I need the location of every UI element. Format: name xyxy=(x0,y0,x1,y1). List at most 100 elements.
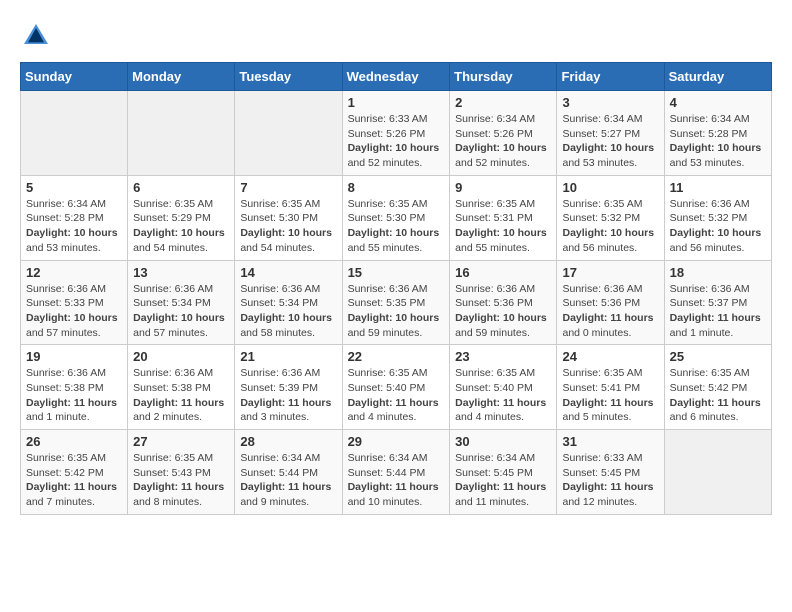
calendar-week-4: 19Sunrise: 6:36 AMSunset: 5:38 PMDayligh… xyxy=(21,345,772,430)
sun-info: Daylight: 10 hours xyxy=(455,311,551,326)
daylight-info: and 57 minutes. xyxy=(133,326,229,341)
sun-info: Daylight: 11 hours xyxy=(562,396,658,411)
calendar-cell: 12Sunrise: 6:36 AMSunset: 5:33 PMDayligh… xyxy=(21,260,128,345)
calendar-cell: 6Sunrise: 6:35 AMSunset: 5:29 PMDaylight… xyxy=(128,175,235,260)
header-thursday: Thursday xyxy=(450,63,557,91)
header-sunday: Sunday xyxy=(21,63,128,91)
sun-info: Daylight: 10 hours xyxy=(562,226,658,241)
calendar-cell: 16Sunrise: 6:36 AMSunset: 5:36 PMDayligh… xyxy=(450,260,557,345)
sun-info: Sunset: 5:32 PM xyxy=(562,211,658,226)
calendar-cell: 20Sunrise: 6:36 AMSunset: 5:38 PMDayligh… xyxy=(128,345,235,430)
day-number: 26 xyxy=(26,434,122,449)
sun-info: Daylight: 11 hours xyxy=(348,480,445,495)
calendar-cell: 13Sunrise: 6:36 AMSunset: 5:34 PMDayligh… xyxy=(128,260,235,345)
sun-info: Sunset: 5:42 PM xyxy=(26,466,122,481)
sun-info: Sunset: 5:40 PM xyxy=(455,381,551,396)
day-info: Sunrise: 6:36 AMSunset: 5:34 PMDaylight:… xyxy=(240,282,336,341)
daylight-info: and 59 minutes. xyxy=(455,326,551,341)
sun-info: Sunset: 5:45 PM xyxy=(562,466,658,481)
sun-info: Sunrise: 6:34 AM xyxy=(562,112,658,127)
sun-info: Sunrise: 6:35 AM xyxy=(348,197,445,212)
sun-info: Daylight: 10 hours xyxy=(240,226,336,241)
sun-info: Sunrise: 6:36 AM xyxy=(240,282,336,297)
sun-info: Sunset: 5:29 PM xyxy=(133,211,229,226)
calendar-header-row: SundayMondayTuesdayWednesdayThursdayFrid… xyxy=(21,63,772,91)
day-info: Sunrise: 6:35 AMSunset: 5:40 PMDaylight:… xyxy=(455,366,551,425)
sun-info: Sunset: 5:36 PM xyxy=(562,296,658,311)
sun-info: Sunset: 5:45 PM xyxy=(455,466,551,481)
calendar-cell xyxy=(128,91,235,176)
daylight-info: and 53 minutes. xyxy=(562,156,658,171)
sun-info: Sunrise: 6:34 AM xyxy=(348,451,445,466)
sun-info: Sunrise: 6:36 AM xyxy=(26,282,122,297)
day-info: Sunrise: 6:35 AMSunset: 5:29 PMDaylight:… xyxy=(133,197,229,256)
sun-info: Sunset: 5:35 PM xyxy=(348,296,445,311)
sun-info: Daylight: 10 hours xyxy=(26,226,122,241)
sun-info: Sunrise: 6:33 AM xyxy=(348,112,445,127)
sun-info: Daylight: 11 hours xyxy=(455,396,551,411)
day-number: 23 xyxy=(455,349,551,364)
calendar-cell: 8Sunrise: 6:35 AMSunset: 5:30 PMDaylight… xyxy=(342,175,450,260)
sun-info: Sunrise: 6:34 AM xyxy=(455,451,551,466)
sun-info: Daylight: 11 hours xyxy=(670,311,766,326)
sun-info: Sunrise: 6:35 AM xyxy=(348,366,445,381)
day-number: 30 xyxy=(455,434,551,449)
day-info: Sunrise: 6:35 AMSunset: 5:30 PMDaylight:… xyxy=(348,197,445,256)
calendar-cell: 23 Sunrise: 6:35 AMSunset: 5:40 PMDayligh… xyxy=(450,345,557,430)
daylight-info: and 8 minutes. xyxy=(133,495,229,510)
day-info: Sunrise: 6:35 AMSunset: 5:41 PMDaylight:… xyxy=(562,366,658,425)
header-wednesday: Wednesday xyxy=(342,63,450,91)
day-number: 5 xyxy=(26,180,122,195)
calendar-cell: 14 Sunrise: 6:36 AMSunset: 5:34 PMDayligh… xyxy=(235,260,342,345)
calendar-cell: 21Sunrise: 6:36 AMSunset: 5:39 PMDayligh… xyxy=(235,345,342,430)
daylight-info: and 59 minutes. xyxy=(348,326,445,341)
calendar-cell: 7Sunrise: 6:35 AMSunset: 5:30 PMDaylight… xyxy=(235,175,342,260)
daylight-info: and 3 minutes. xyxy=(240,410,336,425)
day-number: 3 xyxy=(562,95,658,110)
calendar-cell: 17Sunrise: 6:36 AMSunset: 5:36 PMDayligh… xyxy=(557,260,664,345)
calendar-cell xyxy=(664,430,771,515)
sun-info: Sunrise: 6:35 AM xyxy=(26,451,122,466)
calendar-cell: 5 Sunrise: 6:34 AMSunset: 5:28 PMDaylight… xyxy=(21,175,128,260)
day-info: Sunrise: 6:36 AMSunset: 5:36 PMDaylight:… xyxy=(455,282,551,341)
day-info: Sunrise: 6:34 AMSunset: 5:28 PMDaylight:… xyxy=(26,197,122,256)
sun-info: Daylight: 10 hours xyxy=(670,141,766,156)
daylight-info: and 56 minutes. xyxy=(670,241,766,256)
calendar-cell xyxy=(21,91,128,176)
day-info: Sunrise: 6:34 AMSunset: 5:28 PMDaylight:… xyxy=(670,112,766,171)
day-info: Sunrise: 6:35 AMSunset: 5:42 PMDaylight:… xyxy=(26,451,122,510)
day-number: 15 xyxy=(348,265,445,280)
sun-info: Sunrise: 6:36 AM xyxy=(670,282,766,297)
day-number: 19 xyxy=(26,349,122,364)
day-info: Sunrise: 6:35 AMSunset: 5:42 PMDaylight:… xyxy=(670,366,766,425)
sun-info: Daylight: 11 hours xyxy=(26,480,122,495)
calendar-cell: 27Sunrise: 6:35 AMSunset: 5:43 PMDayligh… xyxy=(128,430,235,515)
sun-info: Sunrise: 6:35 AM xyxy=(133,451,229,466)
sun-info: Sunrise: 6:35 AM xyxy=(240,197,336,212)
sun-info: Daylight: 11 hours xyxy=(670,396,766,411)
daylight-info: and 4 minutes. xyxy=(348,410,445,425)
calendar-cell: 3Sunrise: 6:34 AMSunset: 5:27 PMDaylight… xyxy=(557,91,664,176)
sun-info: Daylight: 11 hours xyxy=(455,480,551,495)
sun-info: Sunrise: 6:36 AM xyxy=(133,282,229,297)
day-info: Sunrise: 6:36 AMSunset: 5:37 PMDaylight:… xyxy=(670,282,766,341)
calendar-cell: 15Sunrise: 6:36 AMSunset: 5:35 PMDayligh… xyxy=(342,260,450,345)
day-number: 11 xyxy=(670,180,766,195)
sun-info: Sunset: 5:44 PM xyxy=(348,466,445,481)
day-info: Sunrise: 6:36 AMSunset: 5:32 PMDaylight:… xyxy=(670,197,766,256)
day-info: Sunrise: 6:36 AMSunset: 5:39 PMDaylight:… xyxy=(240,366,336,425)
sun-info: Daylight: 10 hours xyxy=(562,141,658,156)
sun-info: Daylight: 11 hours xyxy=(348,396,445,411)
sun-info: Sunset: 5:26 PM xyxy=(348,127,445,142)
sun-info: Sunrise: 6:36 AM xyxy=(670,197,766,212)
sun-info: Daylight: 11 hours xyxy=(26,396,122,411)
day-info: Sunrise: 6:33 AMSunset: 5:45 PMDaylight:… xyxy=(562,451,658,510)
day-number: 14 xyxy=(240,265,336,280)
sun-info: Sunset: 5:34 PM xyxy=(240,296,336,311)
logo-icon xyxy=(20,20,52,52)
calendar-cell: 1Sunrise: 6:33 AMSunset: 5:26 PMDaylight… xyxy=(342,91,450,176)
sun-info: Sunrise: 6:35 AM xyxy=(455,197,551,212)
sun-info: Sunrise: 6:33 AM xyxy=(562,451,658,466)
sun-info: Sunset: 5:30 PM xyxy=(240,211,336,226)
sun-info: Sunset: 5:38 PM xyxy=(133,381,229,396)
